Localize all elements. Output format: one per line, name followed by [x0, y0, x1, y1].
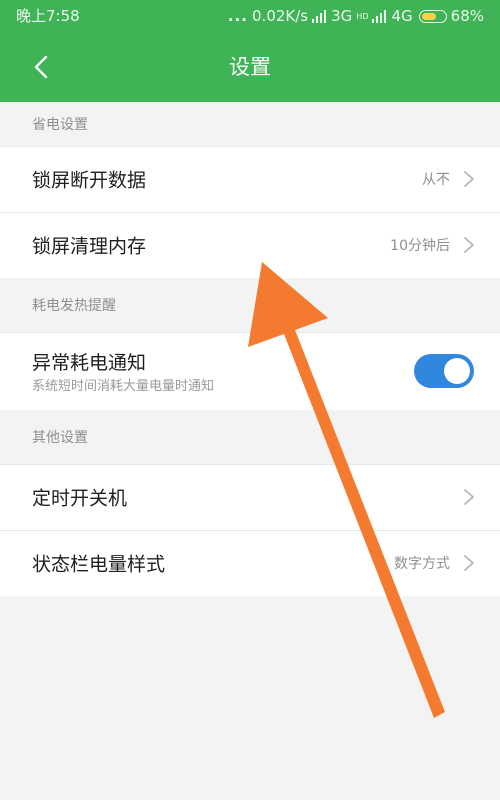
section-header-heat-warning: 耗电发热提醒 [0, 278, 500, 332]
chevron-right-icon [464, 555, 474, 571]
divider [0, 146, 500, 147]
network-3g-label: 3G [331, 7, 353, 25]
row-scheduled-power[interactable]: 定时开关机 [0, 464, 500, 530]
abnormal-power-toggle[interactable] [414, 354, 474, 388]
chevron-right-icon [464, 489, 474, 505]
row-lock-screen-disconnect-data[interactable]: 锁屏断开数据 从不 [0, 146, 500, 212]
signal-bars-icon [372, 9, 387, 23]
row-status-bar-battery-style[interactable]: 状态栏电量样式 数字方式 [0, 530, 500, 596]
divider [0, 530, 500, 531]
row-label: 状态栏电量样式 [32, 553, 166, 576]
row-subtitle: 系统短时间消耗大量电量时通知 [32, 379, 215, 394]
status-indicators: ... 0.02K/s 3G HD 4G 68% [228, 6, 484, 26]
status-dots: ... [227, 7, 249, 25]
section-title: 其他设置 [32, 430, 88, 446]
divider [0, 464, 500, 465]
row-label: 定时开关机 [32, 487, 128, 510]
battery-fill [421, 12, 436, 20]
app-header: 晚上7:58 ... 0.02K/s 3G HD 4G 68% 设置 [0, 0, 500, 102]
section-header-power-saving: 省电设置 [0, 102, 500, 146]
row-value: 10分钟后 [390, 238, 450, 254]
status-time: 晚上7:58 [16, 7, 80, 25]
chevron-right-icon [464, 237, 474, 253]
row-value: 从不 [422, 172, 450, 188]
row-value: 数字方式 [394, 556, 450, 572]
network-speed: 0.02K/s [252, 7, 309, 25]
section-title: 省电设置 [32, 117, 88, 133]
row-lock-screen-clean-memory[interactable]: 锁屏清理内存 10分钟后 [0, 212, 500, 278]
status-bar: 晚上7:58 ... 0.02K/s 3G HD 4G 68% [0, 0, 500, 32]
network-4g-label: 4G [391, 7, 413, 25]
row-label: 锁屏清理内存 [32, 235, 147, 258]
page-title: 设置 [229, 55, 271, 79]
divider [0, 332, 500, 333]
battery-percent: 68% [450, 7, 484, 25]
toggle-knob [444, 358, 470, 384]
section-title: 耗电发热提醒 [32, 298, 116, 314]
battery-icon [418, 9, 447, 23]
section-header-other-settings: 其他设置 [0, 410, 500, 464]
divider [0, 212, 500, 213]
row-abnormal-power-notification[interactable]: 异常耗电通知 系统短时间消耗大量电量时通知 [0, 332, 500, 410]
chevron-right-icon [464, 171, 474, 187]
network-hd-label: HD [356, 11, 369, 21]
signal-bars-icon [312, 9, 327, 23]
row-label: 锁屏断开数据 [32, 169, 147, 192]
row-label: 异常耗电通知 [32, 352, 147, 374]
